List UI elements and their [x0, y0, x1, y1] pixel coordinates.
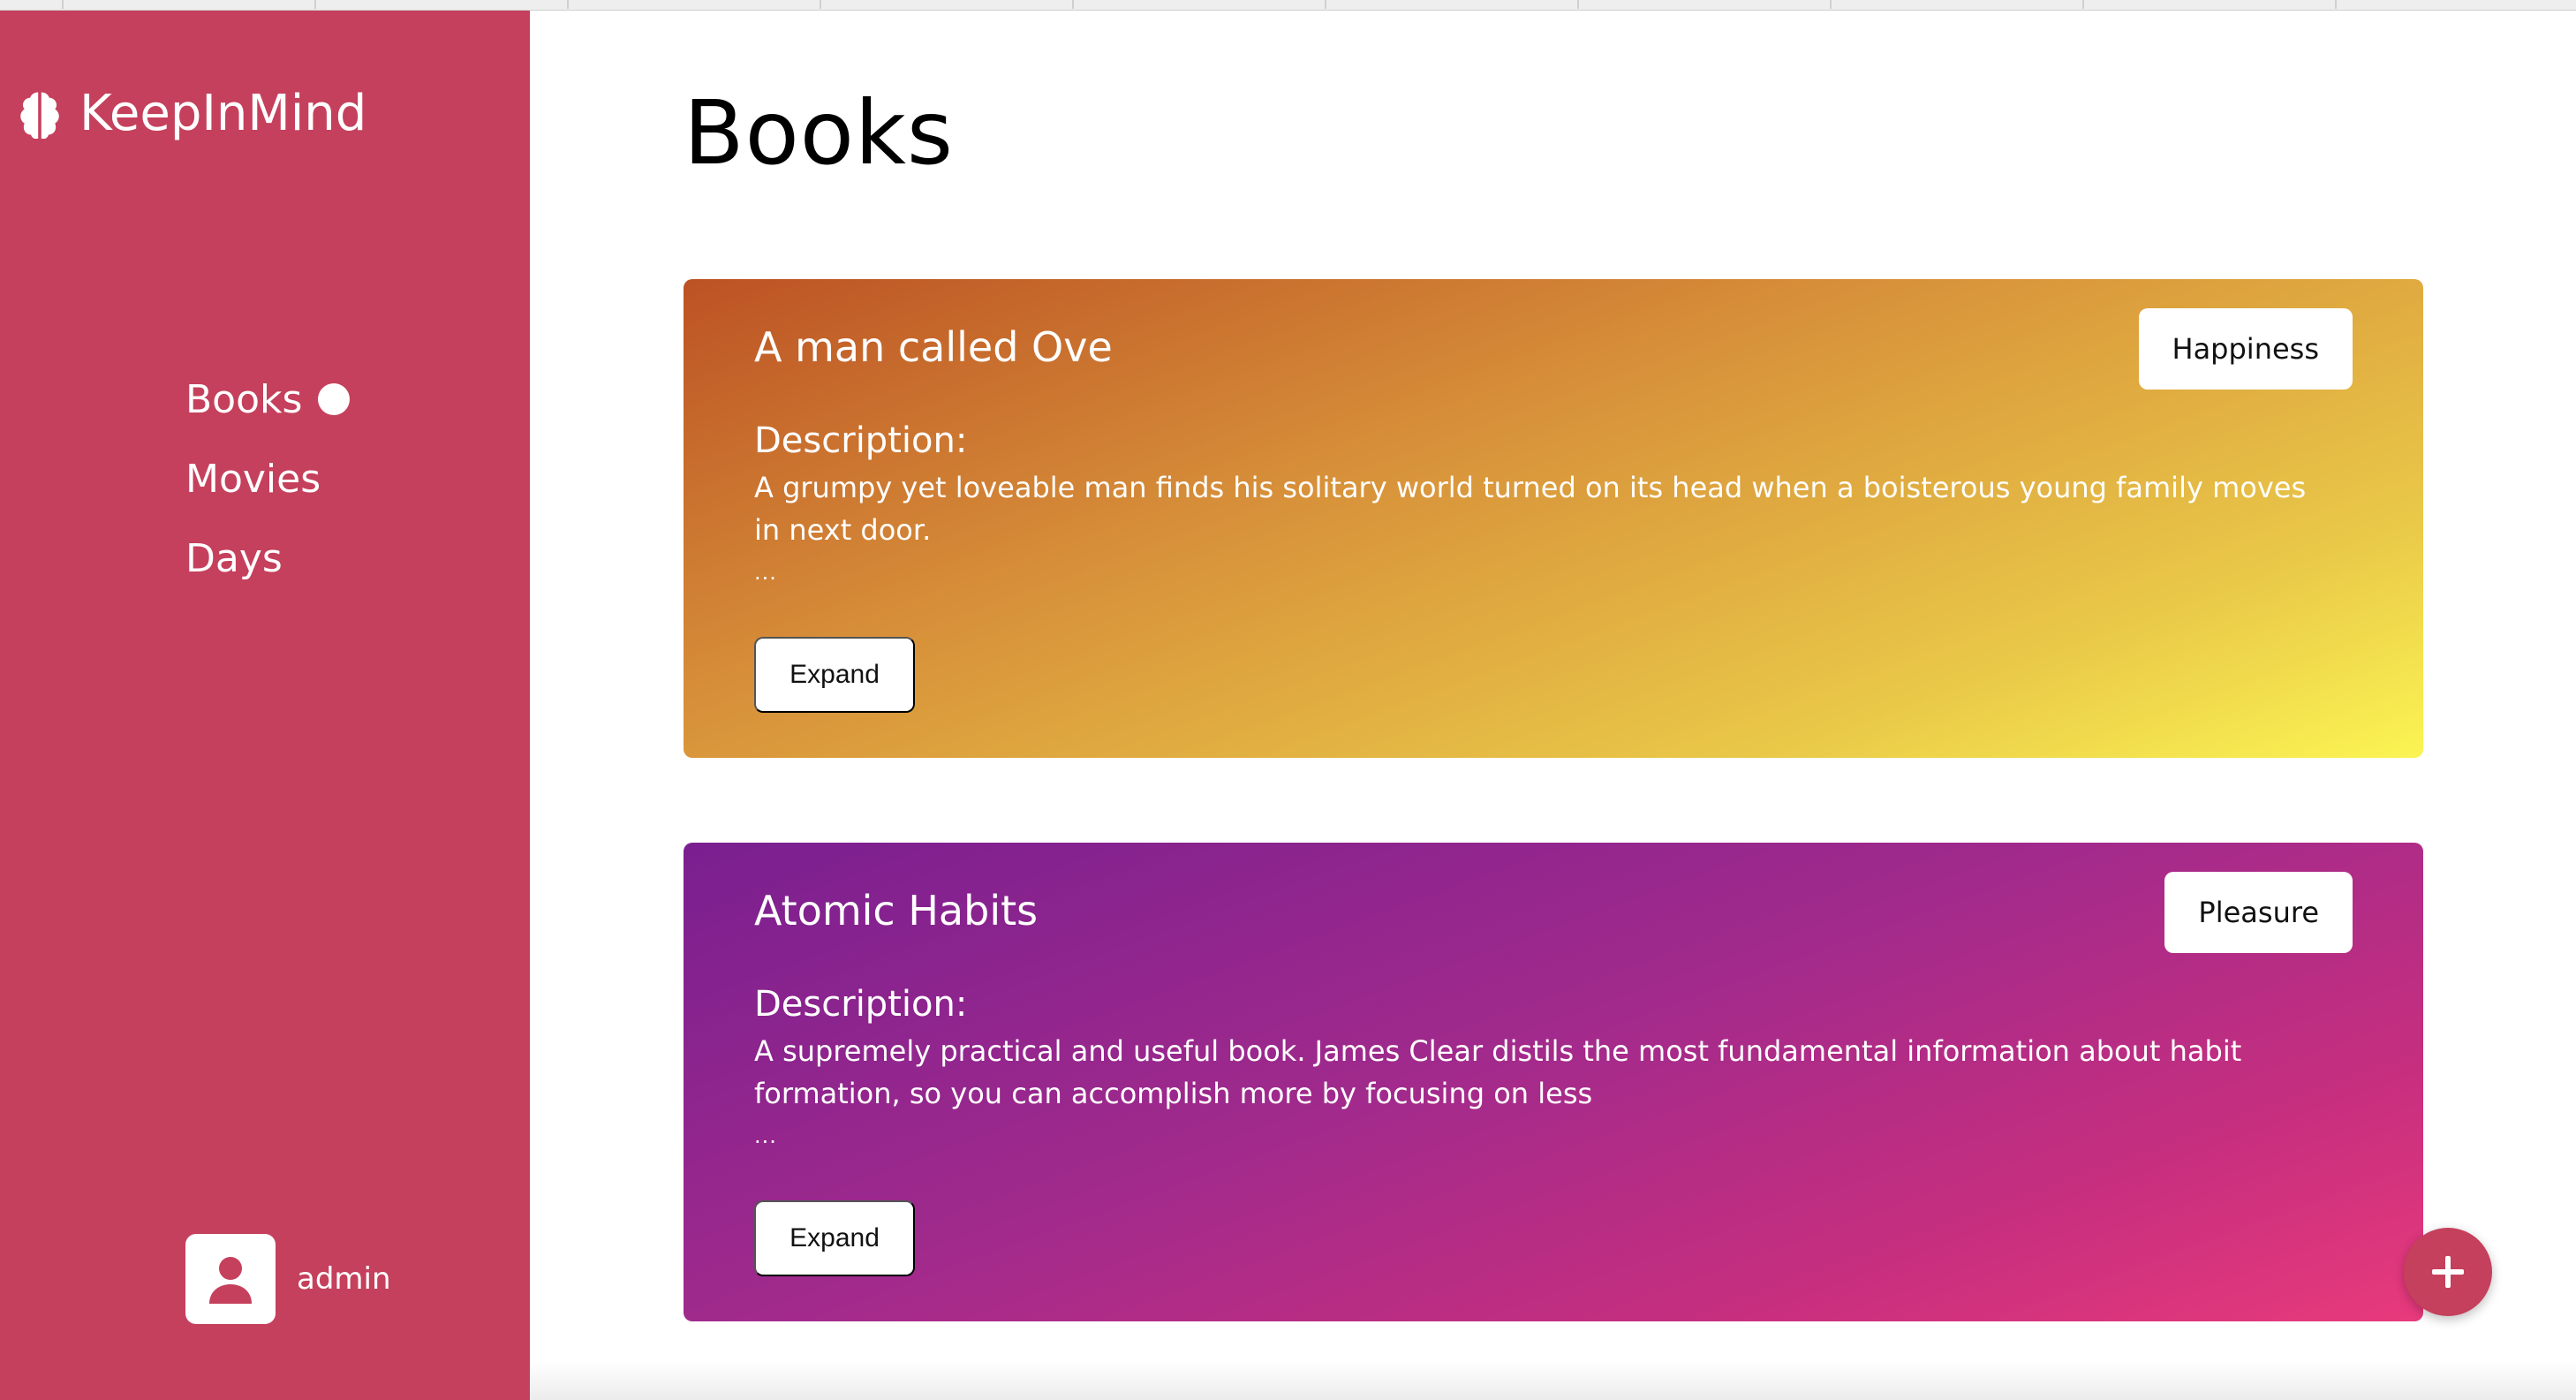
description-text: A supremely practical and useful book. J… [754, 1034, 2242, 1110]
main-nav: Books Movies Days [185, 359, 351, 598]
sidebar: KeepInMind Books Movies Days admin [0, 11, 530, 1400]
expand-button[interactable]: Expand [754, 1200, 915, 1276]
tab-divider [314, 0, 316, 9]
brain-icon [20, 92, 59, 139]
description-label: Description: [754, 984, 968, 1025]
book-title: Atomic Habits [754, 887, 1039, 935]
description-ellipsis: ... [754, 1124, 777, 1148]
user-profile[interactable]: admin [185, 1234, 391, 1324]
username: admin [297, 1261, 391, 1297]
description-label: Description: [754, 420, 968, 461]
book-title: A man called Ove [754, 323, 1113, 371]
tab-divider [2082, 0, 2084, 9]
mood-tag-button[interactable]: Pleasure [2164, 872, 2353, 953]
tab-divider [820, 0, 821, 9]
description-text: A grumpy yet loveable man finds his soli… [754, 471, 2307, 547]
book-card: Atomic Habits Pleasure Description: A su… [684, 843, 2423, 1321]
description-ellipsis: ... [754, 560, 777, 585]
active-dot-icon [318, 383, 351, 415]
book-card: A man called Ove Happiness Description: … [684, 279, 2423, 758]
app-logo[interactable]: KeepInMind [14, 78, 366, 148]
nav-item-label: Books [185, 376, 303, 422]
main-content: Books A man called Ove Happiness Descrip… [530, 11, 2576, 1384]
page-title: Books [684, 81, 954, 185]
app-name: KeepInMind [79, 84, 367, 142]
expand-button[interactable]: Expand [754, 637, 915, 713]
tab-divider [1072, 0, 1074, 9]
nav-item-label: Movies [185, 456, 321, 502]
tab-divider [2335, 0, 2337, 9]
user-icon [209, 1257, 252, 1304]
browser-tab-strip [0, 0, 2576, 11]
nav-item-movies[interactable]: Movies [185, 439, 350, 518]
tab-divider [567, 0, 569, 9]
tab-divider [62, 0, 64, 9]
bottom-edge [530, 1360, 2576, 1400]
mood-tag-button[interactable]: Happiness [2138, 308, 2353, 390]
add-book-button[interactable] [2404, 1228, 2492, 1316]
avatar [185, 1234, 276, 1324]
nav-item-days[interactable]: Days [185, 518, 350, 598]
nav-item-label: Days [185, 535, 283, 581]
tab-divider [1325, 0, 1326, 9]
tab-divider [1577, 0, 1579, 9]
plus-icon [2432, 1256, 2464, 1288]
nav-item-books[interactable]: Books [185, 359, 351, 439]
tab-divider [1830, 0, 1832, 9]
